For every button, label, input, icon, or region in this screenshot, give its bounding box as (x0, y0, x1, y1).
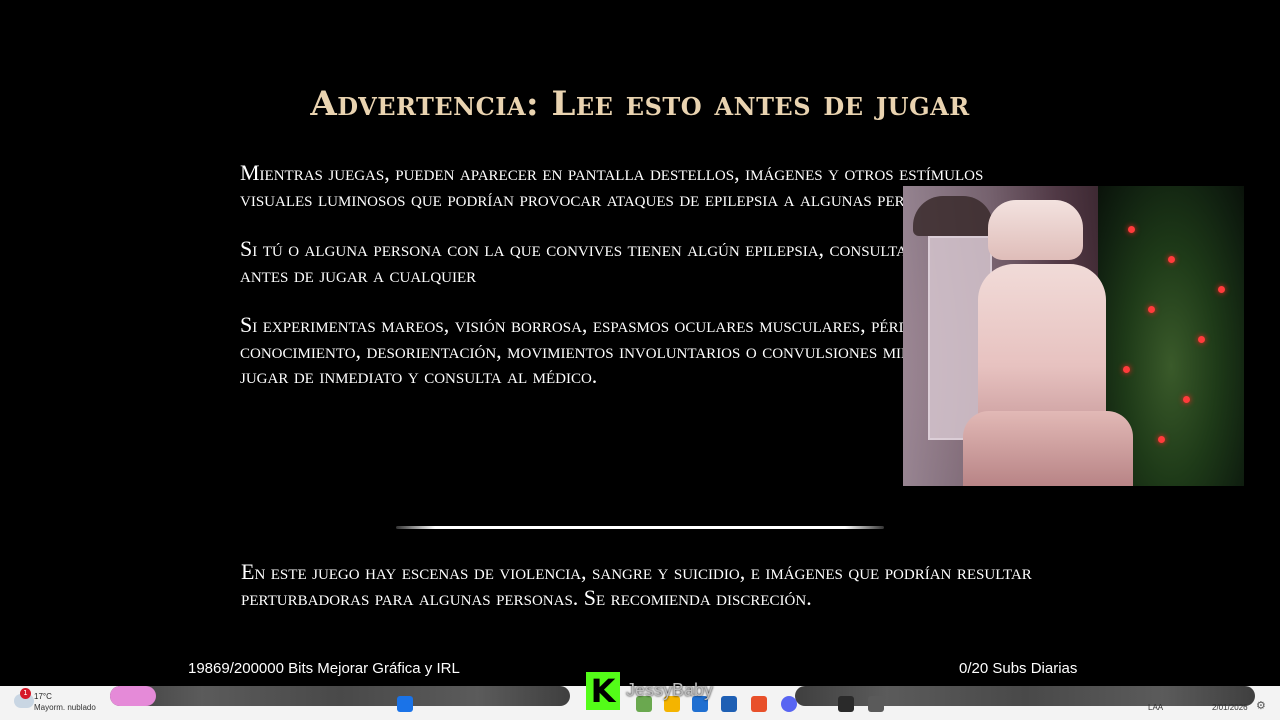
gear-icon[interactable]: ⚙ (1256, 699, 1266, 712)
stream-deco-bar-right (795, 686, 1255, 706)
webcam-chair-seat (963, 411, 1133, 486)
subs-goal-label: 0/20 Subs Diarias (959, 660, 1078, 677)
app-icon[interactable] (868, 696, 884, 712)
start-icon[interactable] (397, 696, 413, 712)
stream-deco-bar-left (110, 686, 570, 706)
brave-icon[interactable] (751, 696, 767, 712)
taskbar-date[interactable]: 2/01/2026 (1212, 703, 1248, 712)
game-screen: Advertencia: Lee esto antes de jugar Mie… (0, 0, 1280, 720)
tree-light (1123, 366, 1130, 373)
weather-description: Mayorm. nublado (34, 703, 96, 712)
stream-deco-pill (110, 686, 156, 706)
weather-temperature: 17°C (34, 692, 52, 701)
store-icon[interactable] (721, 696, 737, 712)
bits-goal-label: 19869/200000 Bits Mejorar Gráfica y IRL (188, 660, 460, 677)
tree-light (1218, 286, 1225, 293)
content-notice: En este juego hay escenas de violencia, … (241, 559, 1032, 610)
tree-light (1198, 336, 1205, 343)
weather-widget[interactable]: 1 17°C Mayorm. nublado (10, 688, 120, 716)
warning-title: Advertencia: Lee esto antes de jugar (310, 84, 970, 124)
tree-light (1128, 226, 1135, 233)
discord-icon[interactable] (781, 696, 797, 712)
channel-name: JessyBaby (626, 680, 714, 700)
tree-light (1168, 256, 1175, 263)
webcam-chair-headrest (988, 200, 1083, 260)
tree-light (1158, 436, 1165, 443)
webcam-chair-back (978, 264, 1106, 434)
tree-light (1183, 396, 1190, 403)
terminal-icon[interactable] (838, 696, 854, 712)
decorative-divider (396, 526, 884, 529)
language-indicator[interactable]: LAA (1148, 703, 1163, 712)
tree-light (1148, 306, 1155, 313)
kick-logo: K (586, 672, 620, 710)
webcam-plush (913, 196, 993, 236)
notification-badge: 1 (20, 688, 31, 699)
webcam-overlay (903, 186, 1244, 486)
